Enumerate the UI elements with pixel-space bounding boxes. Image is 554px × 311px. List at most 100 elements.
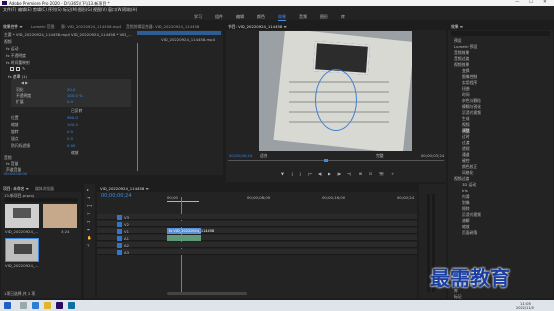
export-frame-button[interactable]: 📷 — [379, 171, 384, 176]
type-tool-icon[interactable]: T — [87, 243, 89, 248]
start-icon[interactable] — [4, 302, 11, 309]
effect-playhead[interactable] — [137, 43, 138, 171]
project-thumb-2[interactable] — [43, 204, 77, 228]
program-video-frame[interactable] — [259, 31, 412, 151]
a2-target-button[interactable] — [117, 242, 122, 248]
ec-rotation-value[interactable]: 0.0 — [67, 129, 73, 134]
a1-target-button[interactable] — [117, 235, 122, 241]
rect-mask-icon[interactable] — [16, 67, 20, 71]
v2-target-button[interactable] — [117, 221, 122, 227]
ec-antiflicker-value[interactable]: 0.00 — [67, 143, 75, 148]
tab-media-browser[interactable]: 媒体浏览器 — [35, 186, 54, 192]
program-playhead[interactable] — [324, 159, 328, 162]
hand-tool-icon[interactable]: ✋ — [87, 235, 92, 240]
workspace-libraries[interactable]: 库 — [341, 14, 345, 20]
project-item-1-name[interactable]: VID_20220924_... — [5, 229, 38, 234]
play-button[interactable]: ▶ — [328, 171, 331, 176]
maximize-button[interactable]: ☐ — [529, 0, 533, 5]
workspace-learn[interactable]: 学习 — [194, 14, 202, 20]
mask-expansion-value[interactable]: 0.0 — [67, 99, 73, 104]
project-item-3-name[interactable]: VID_20220924_... — [5, 263, 38, 268]
program-timecode[interactable]: 00;00;00;24 — [229, 153, 252, 158]
effect-item[interactable]: 页面剥落 — [462, 230, 477, 236]
workspace-edit[interactable]: 编辑 — [236, 14, 244, 20]
minimize-button[interactable]: — — [515, 0, 520, 5]
add-marker-button[interactable]: ▼ — [281, 171, 284, 176]
step-forward-button[interactable]: |▶ — [337, 171, 341, 176]
selection-tool-icon[interactable]: ▸ — [87, 187, 89, 192]
premiere-taskbar-icon[interactable] — [56, 302, 63, 309]
ripple-edit-tool-icon[interactable]: ⟷ — [87, 203, 92, 208]
project-search-input[interactable] — [4, 198, 78, 202]
search-icon[interactable] — [20, 302, 27, 309]
ec-scale-value[interactable]: 100.0 — [67, 122, 78, 127]
project-thumb-1[interactable] — [5, 204, 39, 228]
mask-shape-tools[interactable]: ✎ — [10, 66, 30, 72]
timeline-scrollbar[interactable] — [167, 292, 247, 295]
step-back-button[interactable]: ◀| — [318, 171, 322, 176]
effects-search-input[interactable] — [451, 31, 550, 36]
pen-tool-icon[interactable]: ✒ — [87, 227, 90, 232]
tab-effect-controls[interactable]: 效果控件 ≡ — [3, 24, 23, 30]
ec-position-value[interactable]: 960.0 — [67, 115, 78, 120]
workspace-effects[interactable]: 效果 — [278, 14, 286, 21]
tab-project[interactable]: 项目: 未命名 ≡ — [3, 186, 29, 192]
mask-opacity-value[interactable]: 100.0 % — [67, 93, 83, 98]
ec-timecode[interactable]: 00:00:00:00 — [4, 171, 27, 176]
program-scrubber[interactable] — [228, 160, 444, 161]
go-to-out-button[interactable]: →| — [347, 171, 351, 176]
mask-feather-value[interactable]: 20.0 — [67, 87, 75, 92]
extract-button[interactable]: ⊡ — [369, 171, 372, 176]
ec-scale-checkbox[interactable]: 缩放 — [71, 150, 79, 156]
program-quality-dropdown[interactable]: 完整 — [376, 153, 384, 159]
razor-tool-icon[interactable]: ✂ — [87, 211, 90, 216]
edge-icon[interactable] — [32, 302, 39, 309]
ec-anchor-label: 锚点 — [11, 136, 19, 141]
timeline-tabs: VID_20220924_114458 ≡ — [97, 184, 417, 192]
program-tabs: 节目: VID_20220924_114458 ≡ — [226, 22, 446, 30]
a3-target-button[interactable] — [117, 249, 122, 255]
folder-icon[interactable] — [44, 302, 51, 309]
mark-out-button[interactable]: } — [299, 171, 301, 176]
workspace-assembly[interactable]: 组件 — [215, 14, 223, 20]
close-button[interactable]: ✕ — [543, 0, 547, 5]
audio-clip[interactable] — [167, 235, 201, 241]
project-panel: 项目: 未命名 ≡ 媒体浏览器 13.新项目.prproj VID_202209… — [1, 184, 81, 298]
mask-inverted-checkbox[interactable]: 已反转 — [71, 108, 82, 114]
program-fit-dropdown[interactable]: 适合 — [260, 153, 268, 159]
v1-target-button[interactable] — [117, 228, 122, 234]
ec-row-time-remap[interactable]: fx 时间重映射 — [6, 60, 30, 66]
clock-date: 2022/11/5 — [516, 306, 534, 310]
lift-button[interactable]: ⊞ — [359, 171, 362, 176]
tab-program[interactable]: 节目: VID_20220924_114458 ≡ — [228, 24, 287, 30]
sequence-clip-label[interactable]: VID_20220924_114458 * VID_... — [71, 32, 132, 37]
timeline-timecode[interactable]: 00;00;00;24 — [101, 193, 132, 199]
ec-antiflicker-label: 防闪烁滤镜 — [11, 143, 30, 148]
tab-lumetri-scopes[interactable]: Lumetri 范围 — [31, 24, 54, 30]
app-taskbar-icon[interactable] — [68, 302, 75, 309]
workspace-graphics[interactable]: 图形 — [320, 14, 328, 20]
go-to-in-button[interactable]: |← — [308, 171, 312, 176]
tab-effects[interactable]: 效果 ≡ — [451, 24, 463, 30]
ec-anchor-value[interactable]: 0.0 — [67, 136, 73, 141]
master-clip-label[interactable]: 主要 * VID_20220924_114458.mp4 — [4, 32, 70, 38]
ec-row-motion[interactable]: fx 运动 — [6, 46, 18, 52]
effects-tabs: 效果 ≡ — [448, 22, 553, 30]
ellipse-mask-icon[interactable] — [10, 67, 14, 71]
slip-tool-icon[interactable]: ↔ — [87, 219, 90, 224]
ec-row-opacity[interactable]: fx 不透明度 — [6, 53, 26, 59]
v3-target-button[interactable] — [117, 214, 122, 220]
video-clip[interactable]: fx VID_20220924_114458 — [167, 228, 214, 234]
mark-in-button[interactable]: { — [291, 171, 293, 176]
workspace-color[interactable]: 颜色 — [257, 14, 265, 20]
tab-timeline-sequence[interactable]: VID_20220924_114458 ≡ — [100, 186, 149, 191]
pen-mask-icon[interactable]: ✎ — [22, 66, 25, 71]
workspace-audio[interactable]: 音频 — [299, 14, 307, 20]
work-area-bar[interactable] — [167, 201, 199, 202]
effect-item[interactable]: Iris — [462, 188, 468, 193]
track-select-tool-icon[interactable]: ⇥ — [87, 195, 90, 200]
tab-audio-mixer[interactable]: 音频剪辑混合器: VID_20220924_114458 — [126, 24, 199, 30]
tab-source[interactable]: 源: VID_20220924_114458.mp4 — [61, 24, 121, 30]
button-editor-button[interactable]: + — [391, 171, 394, 176]
project-thumb-3[interactable] — [5, 238, 39, 262]
